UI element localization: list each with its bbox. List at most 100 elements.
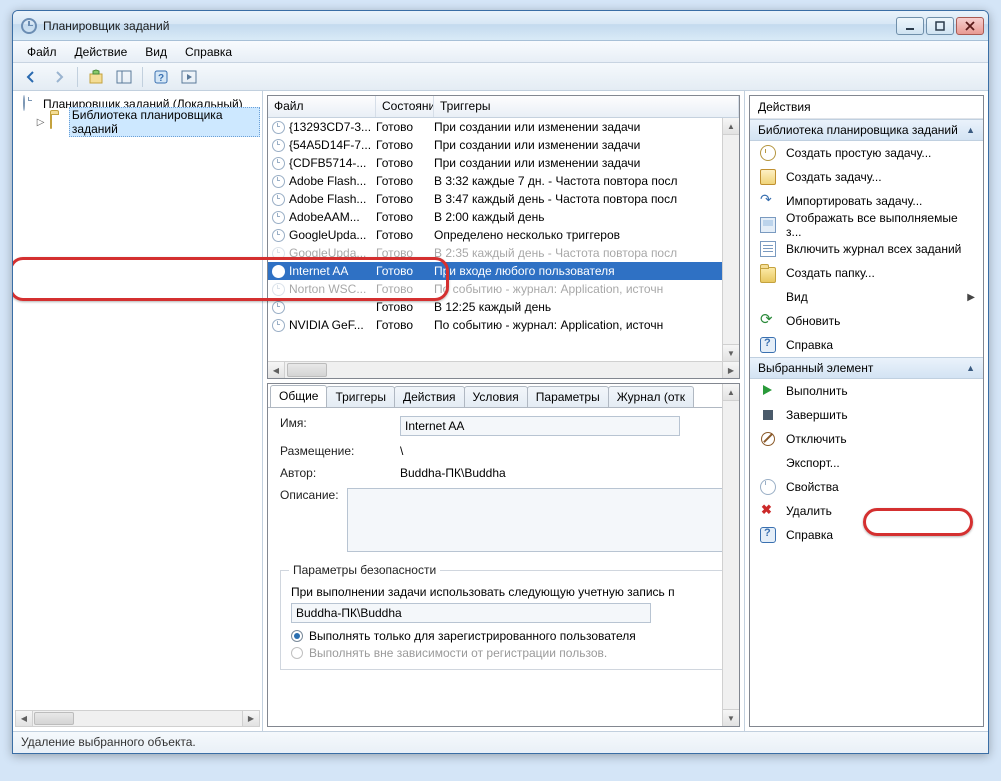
actions-section-selected[interactable]: Выбранный элемент▲ (750, 357, 983, 379)
task-row[interactable]: Adobe Flash...ГотовоВ 3:32 каждые 7 дн. … (268, 172, 739, 190)
disable-icon (760, 431, 776, 447)
tree-library[interactable]: ▷ Библиотека планировщика заданий (15, 113, 260, 131)
log-icon (760, 241, 776, 257)
svg-text:?: ? (158, 73, 164, 84)
play-icon (760, 383, 776, 399)
list-vscroll[interactable]: ▲▼ (722, 118, 739, 361)
tab-settings[interactable]: Параметры (527, 386, 609, 407)
help-icon (760, 527, 776, 543)
back-button[interactable] (19, 66, 43, 88)
list-header: Файл Состояние Триггеры (268, 96, 739, 118)
label-description: Описание: (280, 488, 347, 552)
action-end[interactable]: Завершить (750, 403, 983, 427)
clock-icon (272, 211, 285, 224)
tab-conditions[interactable]: Условия (464, 386, 528, 407)
menu-help[interactable]: Справка (177, 43, 240, 61)
run-button[interactable] (177, 66, 201, 88)
action-view[interactable]: Вид▶ (750, 285, 983, 309)
clock-icon (272, 175, 285, 188)
task-row[interactable]: GoogleUpda...ГотовоВ 2:35 каждый день - … (268, 244, 739, 262)
blank-icon (760, 289, 776, 305)
stop-icon (760, 407, 776, 423)
action-create-task[interactable]: Создать задачу... (750, 165, 983, 189)
up-button[interactable] (84, 66, 108, 88)
maximize-button[interactable] (926, 17, 954, 35)
task-row[interactable]: AdobeAAM...ГотовоВ 2:00 каждый день (268, 208, 739, 226)
detail-vscroll[interactable]: ▲▼ (722, 384, 739, 726)
task-icon (760, 169, 776, 185)
radio-icon (291, 630, 303, 642)
action-show-running[interactable]: Отображать все выполняемые з... (750, 213, 983, 237)
task-row[interactable]: Norton WSC...ГотовоПо событию - журнал: … (268, 280, 739, 298)
delete-icon (760, 503, 776, 519)
close-button[interactable] (956, 17, 984, 35)
list-hscroll[interactable]: ◀▶ (268, 361, 739, 378)
label-location: Размещение: (280, 444, 400, 458)
task-row[interactable]: NVIDIA GeF...ГотовоПо событию - журнал: … (268, 316, 739, 334)
clock-icon (272, 193, 285, 206)
panel-button[interactable] (112, 66, 136, 88)
action-help[interactable]: Справка (750, 333, 983, 357)
tab-actions[interactable]: Действия (394, 386, 465, 407)
action-properties[interactable]: Свойства (750, 475, 983, 499)
folder-icon (760, 267, 776, 283)
col-state[interactable]: Состояние (376, 96, 434, 117)
menu-action[interactable]: Действие (67, 43, 136, 61)
minimize-button[interactable] (896, 17, 924, 35)
detail-panel: Общие Триггеры Действия Условия Параметр… (267, 383, 740, 727)
window-title: Планировщик заданий (43, 19, 169, 33)
menubar: Файл Действие Вид Справка (13, 41, 988, 63)
window: Планировщик заданий Файл Действие Вид Сп… (12, 10, 989, 754)
menu-file[interactable]: Файл (19, 43, 65, 61)
action-create-basic[interactable]: Создать простую задачу... (750, 141, 983, 165)
task-row[interactable]: Internet AAГотовоПри входе любого пользо… (268, 262, 739, 280)
action-refresh[interactable]: Обновить (750, 309, 983, 333)
tree-panel: Планировщик заданий (Локальный) ▷ Библио… (13, 91, 263, 731)
tree-hscroll[interactable]: ◀▶ (15, 710, 260, 727)
task-row[interactable]: {54A5D14F-7...ГотовоПри создании или изм… (268, 136, 739, 154)
task-row[interactable]: {CDFB5714-...ГотовоПри создании или изме… (268, 154, 739, 172)
clock-icon (272, 247, 285, 260)
task-row[interactable]: Adobe Flash...ГотовоВ 3:47 каждый день -… (268, 190, 739, 208)
radio-any: Выполнять вне зависимости от регистрации… (291, 646, 716, 660)
label-name: Имя: (280, 416, 400, 436)
radio-icon (291, 647, 303, 659)
action-run[interactable]: Выполнить (750, 379, 983, 403)
task-row[interactable]: {13293CD7-3...ГотовоПри создании или изм… (268, 118, 739, 136)
clock-icon (272, 301, 285, 314)
action-help-sel[interactable]: Справка (750, 523, 983, 547)
tab-triggers[interactable]: Триггеры (326, 386, 395, 407)
task-row[interactable]: ГотовоВ 12:25 каждый день (268, 298, 739, 316)
clock-icon (272, 283, 285, 296)
radio-logged-on[interactable]: Выполнять только для зарегистрированного… (291, 629, 716, 643)
tab-general[interactable]: Общие (270, 385, 327, 407)
col-file[interactable]: Файл (268, 96, 376, 117)
actions-header: Действия (750, 96, 983, 119)
action-delete[interactable]: Удалить (750, 499, 983, 523)
import-icon (760, 193, 776, 209)
titlebar: Планировщик заданий (13, 11, 988, 41)
list-body: {13293CD7-3...ГотовоПри создании или изм… (268, 118, 739, 361)
action-export[interactable]: Экспорт... (750, 451, 983, 475)
label-author: Автор: (280, 466, 400, 480)
window-icon (760, 217, 776, 233)
task-row[interactable]: GoogleUpda...ГотовоОпределено несколько … (268, 226, 739, 244)
action-new-folder[interactable]: Создать папку... (750, 261, 983, 285)
action-enable-log[interactable]: Включить журнал всех заданий (750, 237, 983, 261)
clock-icon (272, 319, 285, 332)
action-disable[interactable]: Отключить (750, 427, 983, 451)
actions-section-library[interactable]: Библиотека планировщика заданий▲ (750, 119, 983, 141)
field-description[interactable] (347, 488, 727, 552)
tab-history[interactable]: Журнал (отк (608, 386, 694, 407)
group-legend: Параметры безопасности (289, 563, 440, 577)
action-import[interactable]: Импортировать задачу... (750, 189, 983, 213)
col-triggers[interactable]: Триггеры (434, 96, 739, 117)
clock-icon (272, 121, 285, 134)
help-button[interactable]: ? (149, 66, 173, 88)
menu-view[interactable]: Вид (137, 43, 175, 61)
clock-icon (272, 229, 285, 242)
forward-button[interactable] (47, 66, 71, 88)
actions-panel: Действия Библиотека планировщика заданий… (745, 91, 988, 731)
field-name[interactable]: Internet AA (400, 416, 680, 436)
expand-icon[interactable]: ▷ (35, 117, 46, 128)
